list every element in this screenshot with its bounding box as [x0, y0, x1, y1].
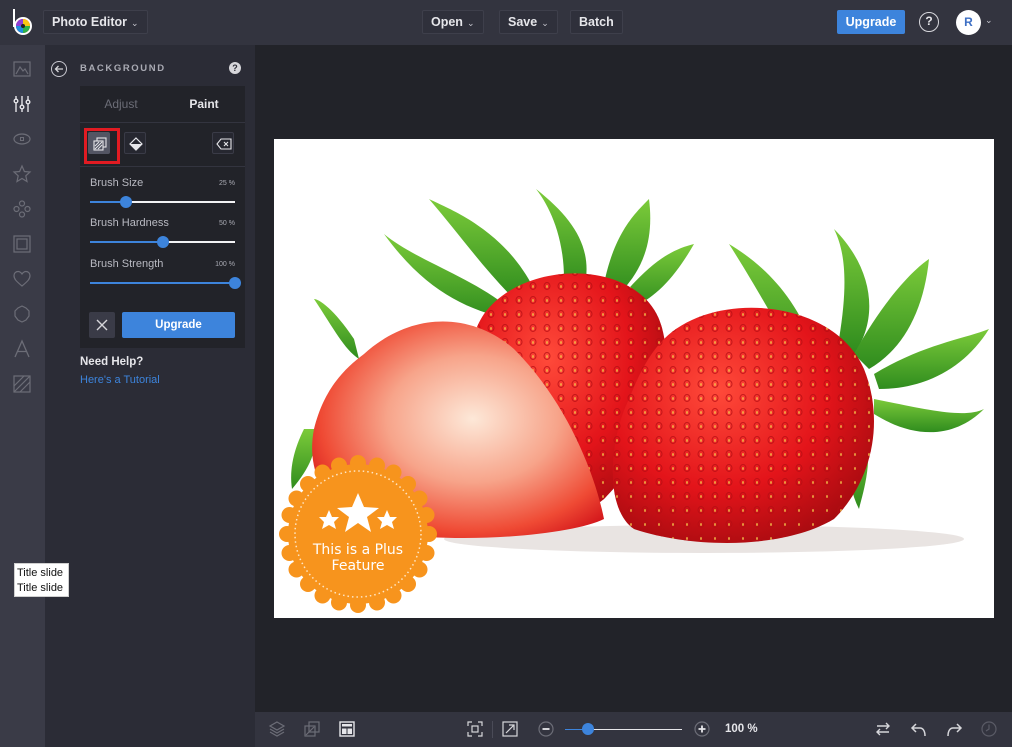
- tab-paint[interactable]: Paint: [163, 86, 245, 122]
- tab-adjust[interactable]: Adjust: [80, 86, 162, 122]
- slider-handle[interactable]: [582, 723, 595, 735]
- layers-icon[interactable]: [268, 720, 286, 738]
- help-icon[interactable]: ?: [919, 12, 939, 32]
- panel-help-icon[interactable]: ?: [229, 62, 241, 74]
- panel-upgrade-button[interactable]: Upgrade: [122, 312, 235, 338]
- brush-hardness-label: Brush Hardness: [90, 217, 169, 229]
- brush-size-slider[interactable]: [90, 196, 235, 208]
- text-icon[interactable]: [12, 339, 32, 359]
- back-arrow-icon[interactable]: [51, 61, 67, 77]
- upgrade-button[interactable]: Upgrade: [837, 10, 905, 34]
- save-label: Save: [508, 15, 538, 29]
- open-dropdown[interactable]: Open ⌄: [422, 10, 484, 34]
- chevron-down-icon: ⌄: [541, 18, 549, 28]
- shapes-icon[interactable]: [12, 199, 32, 219]
- zoom-slider[interactable]: [565, 723, 682, 735]
- app-menu-label: Photo Editor: [52, 15, 127, 29]
- divider: [80, 166, 245, 167]
- paint-card: Adjust Paint Brush Size 25 % Brush Hardn…: [80, 86, 245, 348]
- slider-fill: [90, 282, 235, 284]
- background-panel: BACKGROUND ? Adjust Paint Brush Size 25 …: [45, 45, 255, 747]
- slider-handle[interactable]: [120, 196, 133, 208]
- layout-icon[interactable]: [338, 720, 356, 738]
- brush-strength-value: 100 %: [215, 261, 235, 268]
- brush-hardness-slider[interactable]: [90, 236, 235, 248]
- chevron-down-icon: ⌄: [466, 18, 475, 28]
- selection-highlight: [84, 128, 120, 164]
- slider-handle[interactable]: [156, 236, 169, 248]
- brush-size-label: Brush Size: [90, 177, 144, 189]
- app-menu-dropdown[interactable]: Photo Editor ⌄: [43, 10, 148, 34]
- cancel-button[interactable]: [89, 312, 115, 338]
- hatch-icon[interactable]: [12, 374, 32, 394]
- zoom-in-button[interactable]: [693, 720, 711, 738]
- divider: [492, 721, 493, 738]
- open-label: Open: [431, 15, 463, 29]
- app-logo[interactable]: [12, 9, 34, 37]
- user-avatar[interactable]: R: [956, 10, 981, 35]
- eye-icon[interactable]: [12, 129, 32, 149]
- need-help-heading: Need Help?: [80, 356, 144, 368]
- plus-feature-badge[interactable]: This is a Plus Feature: [279, 455, 437, 613]
- frame-icon[interactable]: [12, 234, 32, 254]
- image-icon[interactable]: [12, 59, 32, 79]
- compare-icon[interactable]: [303, 720, 321, 738]
- close-icon: [96, 319, 108, 331]
- tutorial-link[interactable]: Here's a Tutorial: [80, 374, 160, 386]
- chevron-down-icon[interactable]: ⌄: [985, 15, 993, 26]
- tooltip: Title slide Title slide: [14, 563, 69, 597]
- divider: [80, 122, 245, 123]
- badge-text-line2: Feature: [332, 558, 385, 574]
- zoom-out-button[interactable]: [537, 720, 555, 738]
- actual-size-icon[interactable]: [501, 720, 519, 738]
- bottom-toolbar: 100 %: [255, 712, 1012, 747]
- star-icon[interactable]: [12, 164, 32, 184]
- tool-rail: [0, 45, 45, 747]
- tooltip-line: Title slide: [17, 567, 64, 579]
- flip-icon[interactable]: [874, 720, 892, 738]
- brush-size-value: 25 %: [219, 180, 235, 187]
- top-bar: Photo Editor ⌄ Open ⌄ Save ⌄ Batch Upgrade …: [0, 0, 1012, 45]
- fit-to-screen-icon[interactable]: [466, 720, 484, 738]
- save-dropdown[interactable]: Save ⌄: [499, 10, 558, 34]
- brush-hardness-value: 50 %: [219, 220, 235, 227]
- brush-strength-slider[interactable]: [90, 277, 241, 289]
- bucket-icon: [129, 137, 143, 151]
- redo-icon[interactable]: [945, 720, 963, 738]
- photo-canvas[interactable]: This is a Plus Feature: [274, 139, 994, 618]
- heart-icon[interactable]: [12, 269, 32, 289]
- slider-handle[interactable]: [229, 277, 241, 289]
- backspace-icon: [216, 138, 232, 150]
- badge-icon[interactable]: [12, 304, 32, 324]
- undo-icon[interactable]: [910, 720, 928, 738]
- fill-bucket-tool-button[interactable]: [124, 132, 146, 154]
- eraser-tool-button[interactable]: [212, 132, 234, 154]
- slider-fill: [90, 241, 163, 243]
- brush-strength-label: Brush Strength: [90, 258, 164, 270]
- panel-title: BACKGROUND: [80, 63, 166, 74]
- zoom-level: 100 %: [725, 723, 758, 735]
- sliders-icon[interactable]: [12, 94, 32, 114]
- chevron-down-icon: ⌄: [131, 18, 139, 28]
- batch-button[interactable]: Batch: [570, 10, 623, 34]
- tooltip-line: Title slide: [17, 582, 64, 594]
- history-icon[interactable]: [980, 720, 998, 738]
- badge-text-line1: This is a Plus: [312, 542, 403, 558]
- batch-label: Batch: [579, 15, 614, 29]
